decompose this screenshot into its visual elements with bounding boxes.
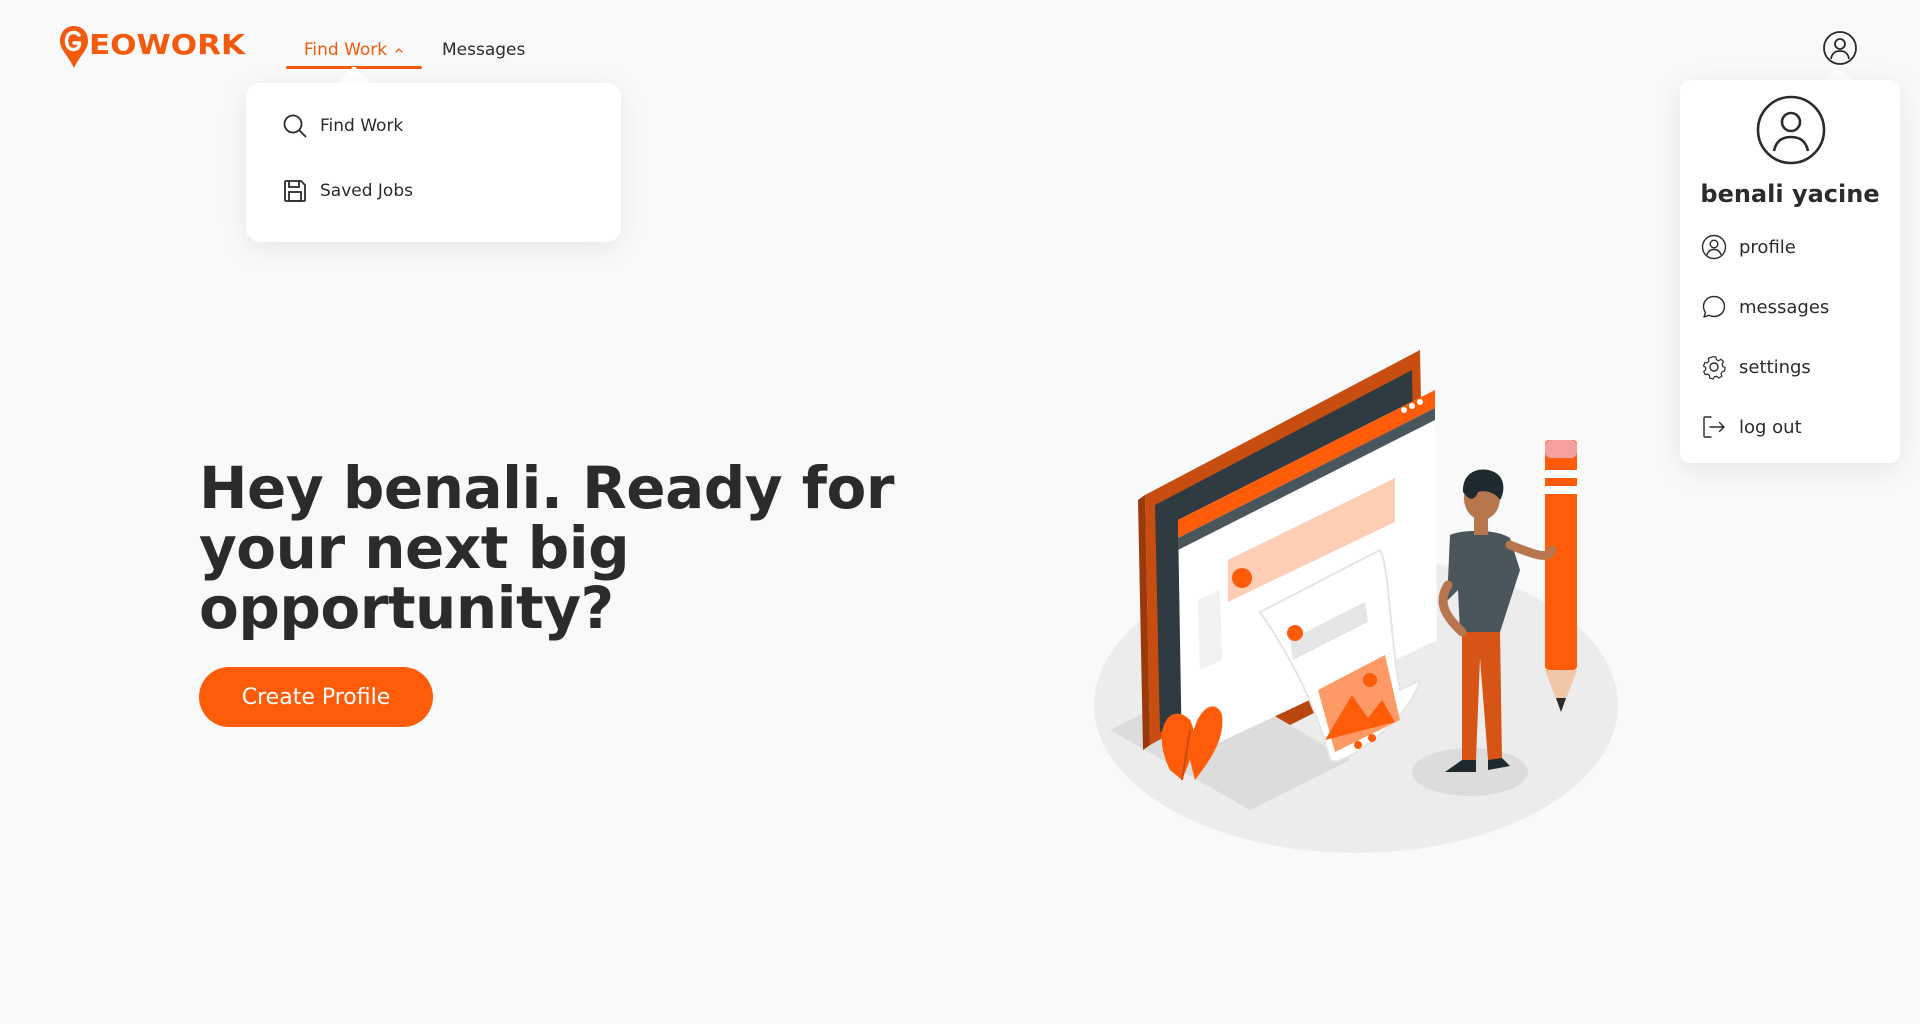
user-menu-item-messages[interactable]: messages: [1701, 294, 1829, 320]
create-profile-button[interactable]: Create Profile: [199, 667, 433, 727]
user-avatar-icon: [1756, 95, 1826, 165]
chevron-up-icon: [395, 48, 403, 53]
user-menu: benali yacine profile messages settings …: [1680, 80, 1900, 463]
find-work-menu: Find Work Saved Jobs: [246, 83, 621, 242]
user-menu-item-profile[interactable]: profile: [1701, 234, 1796, 260]
nav-messages[interactable]: Messages: [442, 28, 525, 72]
user-menu-item-label: profile: [1739, 236, 1796, 258]
nav-messages-label: Messages: [442, 40, 526, 60]
nav-find-work-label: Find Work: [303, 40, 388, 60]
logout-icon: [1703, 416, 1725, 438]
hero-heading-line: your next big: [199, 514, 630, 582]
gear-icon: [1702, 356, 1726, 380]
menu-item-label: Find Work: [320, 116, 404, 136]
hero-heading: Hey benali. Ready for your next big oppo…: [199, 458, 899, 638]
user-menu-item-logout[interactable]: log out: [1701, 414, 1802, 440]
user-menu-item-label: settings: [1739, 356, 1811, 378]
geowork-logo[interactable]: EOWORK: [58, 22, 248, 72]
menu-item-label: Saved Jobs: [320, 181, 413, 201]
menu-item-find-work[interactable]: Find Work: [282, 113, 403, 139]
svg-text:EOWORK: EOWORK: [89, 28, 246, 61]
user-avatar-button[interactable]: [1822, 30, 1858, 66]
search-icon: [283, 114, 307, 138]
save-icon: [284, 180, 306, 202]
user-name: benali yacine: [1700, 180, 1880, 208]
user-menu-item-label: messages: [1739, 296, 1830, 318]
chat-bubble-icon: [1702, 295, 1726, 318]
menu-item-saved-jobs[interactable]: Saved Jobs: [282, 178, 413, 204]
hero-illustration: [1094, 350, 1618, 853]
hero-heading-line: opportunity?: [199, 574, 614, 642]
hero-heading-line: Hey benali. Ready for: [199, 454, 895, 522]
user-menu-item-label: log out: [1739, 416, 1802, 438]
user-menu-item-settings[interactable]: settings: [1701, 354, 1811, 380]
user-circle-icon: [1701, 234, 1727, 260]
